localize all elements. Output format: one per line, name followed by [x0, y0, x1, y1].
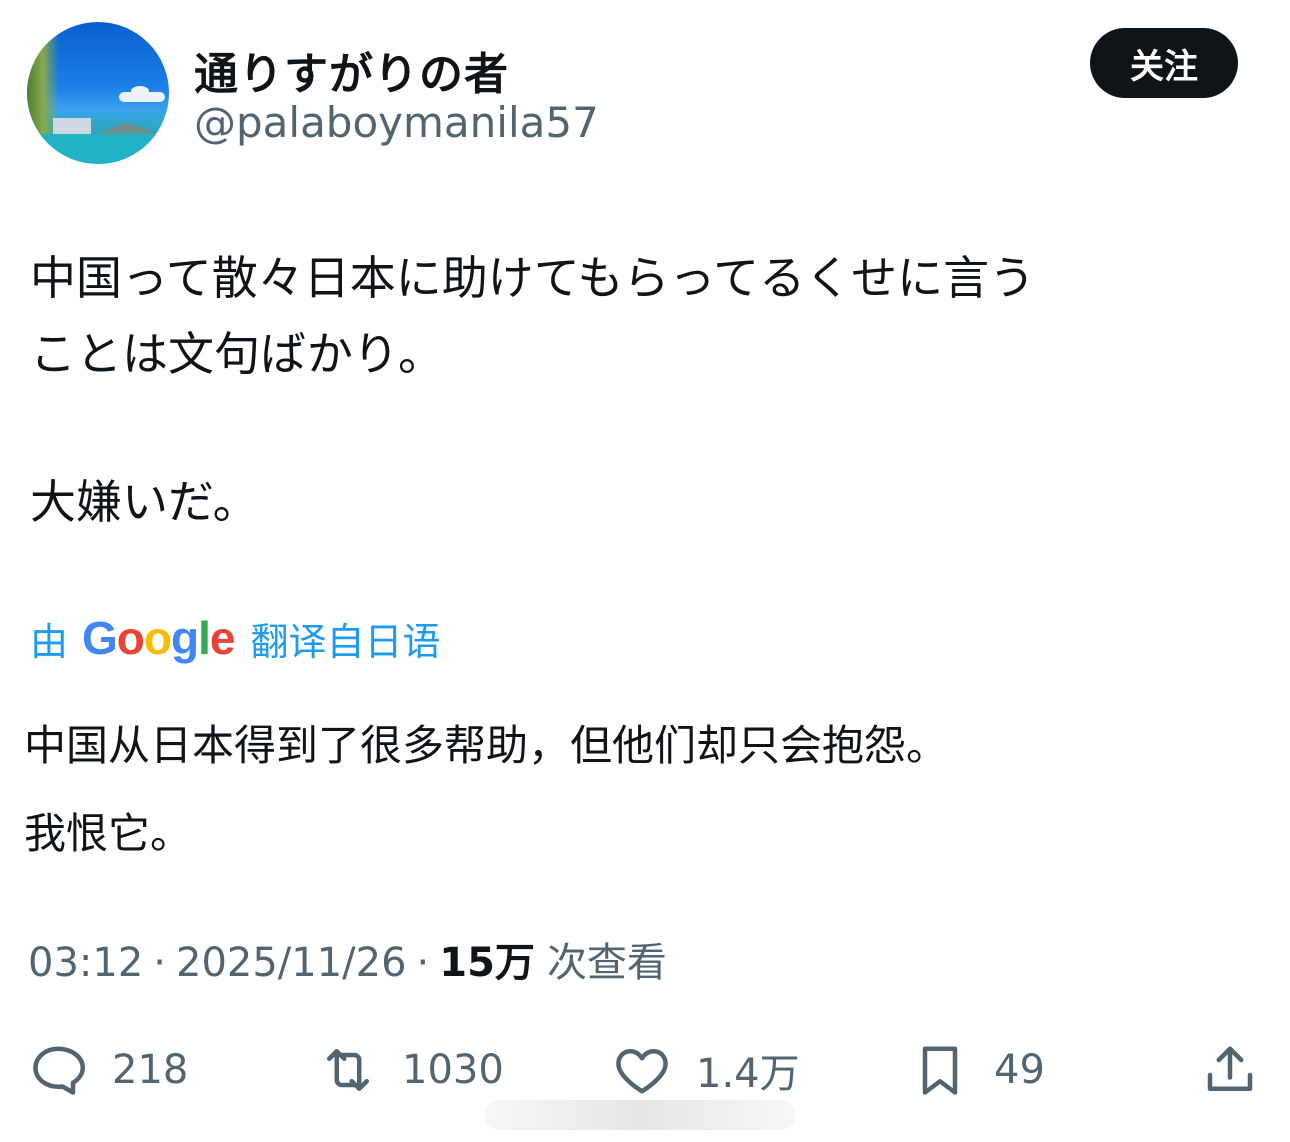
reply-icon: [33, 1046, 85, 1095]
retweet-icon: [327, 1049, 369, 1091]
tweet-text-line: ことは文句ばかり。: [30, 327, 444, 381]
reply-button[interactable]: 218: [28, 1040, 188, 1100]
share-button[interactable]: [1200, 1040, 1260, 1100]
google-logo-letter: g: [171, 612, 199, 664]
like-button[interactable]: 1.4万: [612, 1040, 800, 1100]
google-logo-letter: o: [143, 612, 172, 664]
follow-button[interactable]: 关注: [1090, 28, 1238, 98]
google-logo-letter: G: [82, 612, 118, 664]
tweet-text-line: 大嫌いだ。: [30, 475, 259, 529]
meta-separator: ·: [416, 940, 430, 986]
google-logo-letter: l: [198, 612, 211, 664]
translated-text-line: 我恨它。: [24, 809, 193, 858]
views-count: 15万: [439, 940, 535, 986]
share-icon: [1207, 1046, 1253, 1091]
tweet-text-line: 中国って散々日本に助けてもらってるくせに言う: [30, 251, 1036, 305]
translated-text-line: 中国从日本得到了很多帮助，但他们却只会抱怨。: [24, 721, 949, 770]
translation-attribution[interactable]: 由 Google 翻译自日语: [30, 608, 441, 668]
reply-count: 218: [112, 1047, 189, 1093]
tweet-date[interactable]: 2025/11/26: [176, 940, 407, 986]
translation-prefix: 由: [30, 619, 69, 664]
google-logo: Google: [82, 611, 236, 665]
avatar-cloud-base: [119, 92, 165, 102]
bookmark-button[interactable]: 49: [910, 1040, 1045, 1100]
avatar[interactable]: [27, 22, 169, 164]
translation-source-label: 翻译自日语: [250, 619, 441, 664]
google-logo-letter: e: [209, 612, 236, 664]
watermark: [485, 1100, 795, 1130]
bookmark-count: 49: [994, 1047, 1045, 1093]
retweet-button[interactable]: 1030: [318, 1040, 504, 1100]
display-name[interactable]: 通りすがりの者: [194, 38, 509, 102]
avatar-sea: [27, 134, 169, 164]
heart-icon: [616, 1049, 668, 1094]
tweet-time[interactable]: 03:12: [28, 940, 143, 986]
views-label: 次查看: [546, 940, 667, 986]
tweet-meta: 03:12 · 2025/11/26 · 15万 次查看: [28, 930, 667, 988]
like-count: 1.4万: [696, 1051, 800, 1097]
google-logo-letter: o: [116, 612, 145, 664]
user-handle[interactable]: @palaboymanila57: [194, 98, 599, 147]
bookmark-icon: [922, 1046, 958, 1095]
retweet-count: 1030: [402, 1047, 504, 1093]
meta-separator: ·: [153, 940, 166, 986]
